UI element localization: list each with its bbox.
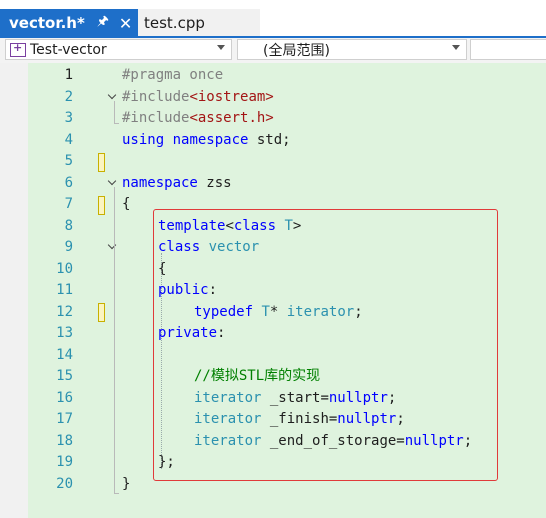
member-dropdown[interactable]	[470, 39, 546, 60]
outline-guide	[114, 101, 115, 123]
line-number: 12	[56, 303, 73, 320]
token: <iostream>	[189, 88, 274, 105]
token: <assert.h>	[189, 110, 274, 126]
project-name: Test-vector	[30, 41, 107, 58]
line-5: 5	[0, 151, 546, 173]
line-number: 2	[64, 88, 73, 105]
pin-icon[interactable]: 🖈	[97, 12, 109, 34]
token: std;	[248, 131, 291, 148]
code-editor[interactable]: 1 2 3 4 5 6 7 8 9 10 11 12 13 14 15 16 1…	[0, 63, 546, 518]
chevron-down-icon	[217, 45, 225, 50]
line-number: 15	[56, 368, 73, 384]
line-1: 1	[0, 65, 546, 87]
code-line-20: }	[122, 474, 130, 495]
line-number: 5	[64, 153, 73, 169]
navigation-bar: Test-vector (全局范围)	[0, 38, 546, 63]
tab-bar: vector.h* 🖈 ✕ test.cpp	[0, 0, 546, 38]
line-6: 6	[0, 173, 546, 195]
change-marker	[98, 303, 105, 322]
line-number: 4	[64, 131, 73, 148]
token: namespace	[122, 174, 198, 191]
change-marker	[98, 153, 105, 172]
token: #pragma once	[122, 67, 224, 83]
line-number: 19	[56, 454, 73, 470]
token: using	[122, 131, 165, 148]
chevron-down-icon	[452, 45, 460, 50]
close-icon[interactable]: ✕	[119, 14, 132, 33]
token: namespace	[172, 131, 249, 148]
code-line-2: #include<iostream>	[122, 87, 274, 108]
code-line-6: namespace zss	[122, 173, 232, 194]
outline-guide	[114, 187, 115, 493]
line-number: 18	[56, 432, 73, 449]
token: #include	[122, 110, 190, 126]
line-number: 6	[64, 174, 73, 191]
project-icon	[10, 41, 26, 57]
line-number: 3	[64, 110, 73, 126]
code-line-3: #include<assert.h>	[122, 108, 274, 129]
fold-toggle-icon[interactable]	[107, 178, 118, 189]
tab-label: vector.h*	[9, 14, 85, 32]
scope-label: (全局范围)	[263, 42, 330, 59]
line-number: 10	[56, 260, 73, 277]
token: zss	[197, 174, 232, 191]
line-number: 17	[56, 411, 73, 427]
line-number: 20	[56, 475, 73, 492]
line-number: 9	[64, 239, 73, 255]
highlight-box	[153, 209, 498, 481]
code-line-7: {	[122, 194, 130, 215]
tab-vector-h[interactable]: vector.h* 🖈 ✕	[0, 9, 138, 37]
line-number: 7	[64, 196, 73, 212]
line-number: 13	[56, 325, 73, 341]
line-number: 14	[56, 346, 73, 363]
tab-test-cpp[interactable]: test.cpp	[138, 9, 260, 37]
outline-guide-end	[114, 493, 119, 494]
line-number: 1	[64, 67, 73, 83]
token: #include	[122, 88, 190, 105]
code-line-4: using namespace std;	[122, 130, 291, 151]
fold-toggle-icon[interactable]	[107, 242, 118, 253]
token: {	[122, 196, 131, 212]
fold-toggle-icon[interactable]	[107, 92, 118, 103]
line-number: 8	[64, 217, 73, 234]
change-marker	[98, 196, 105, 215]
tab-label: test.cpp	[144, 14, 205, 32]
token: }	[122, 475, 131, 492]
line-number: 11	[56, 282, 73, 298]
scope-dropdown[interactable]: (全局范围)	[237, 39, 467, 60]
project-dropdown[interactable]: Test-vector	[5, 39, 232, 60]
line-number: 16	[56, 389, 73, 406]
outline-guide-end	[114, 123, 119, 124]
code-line-1: #pragma once	[122, 65, 223, 86]
